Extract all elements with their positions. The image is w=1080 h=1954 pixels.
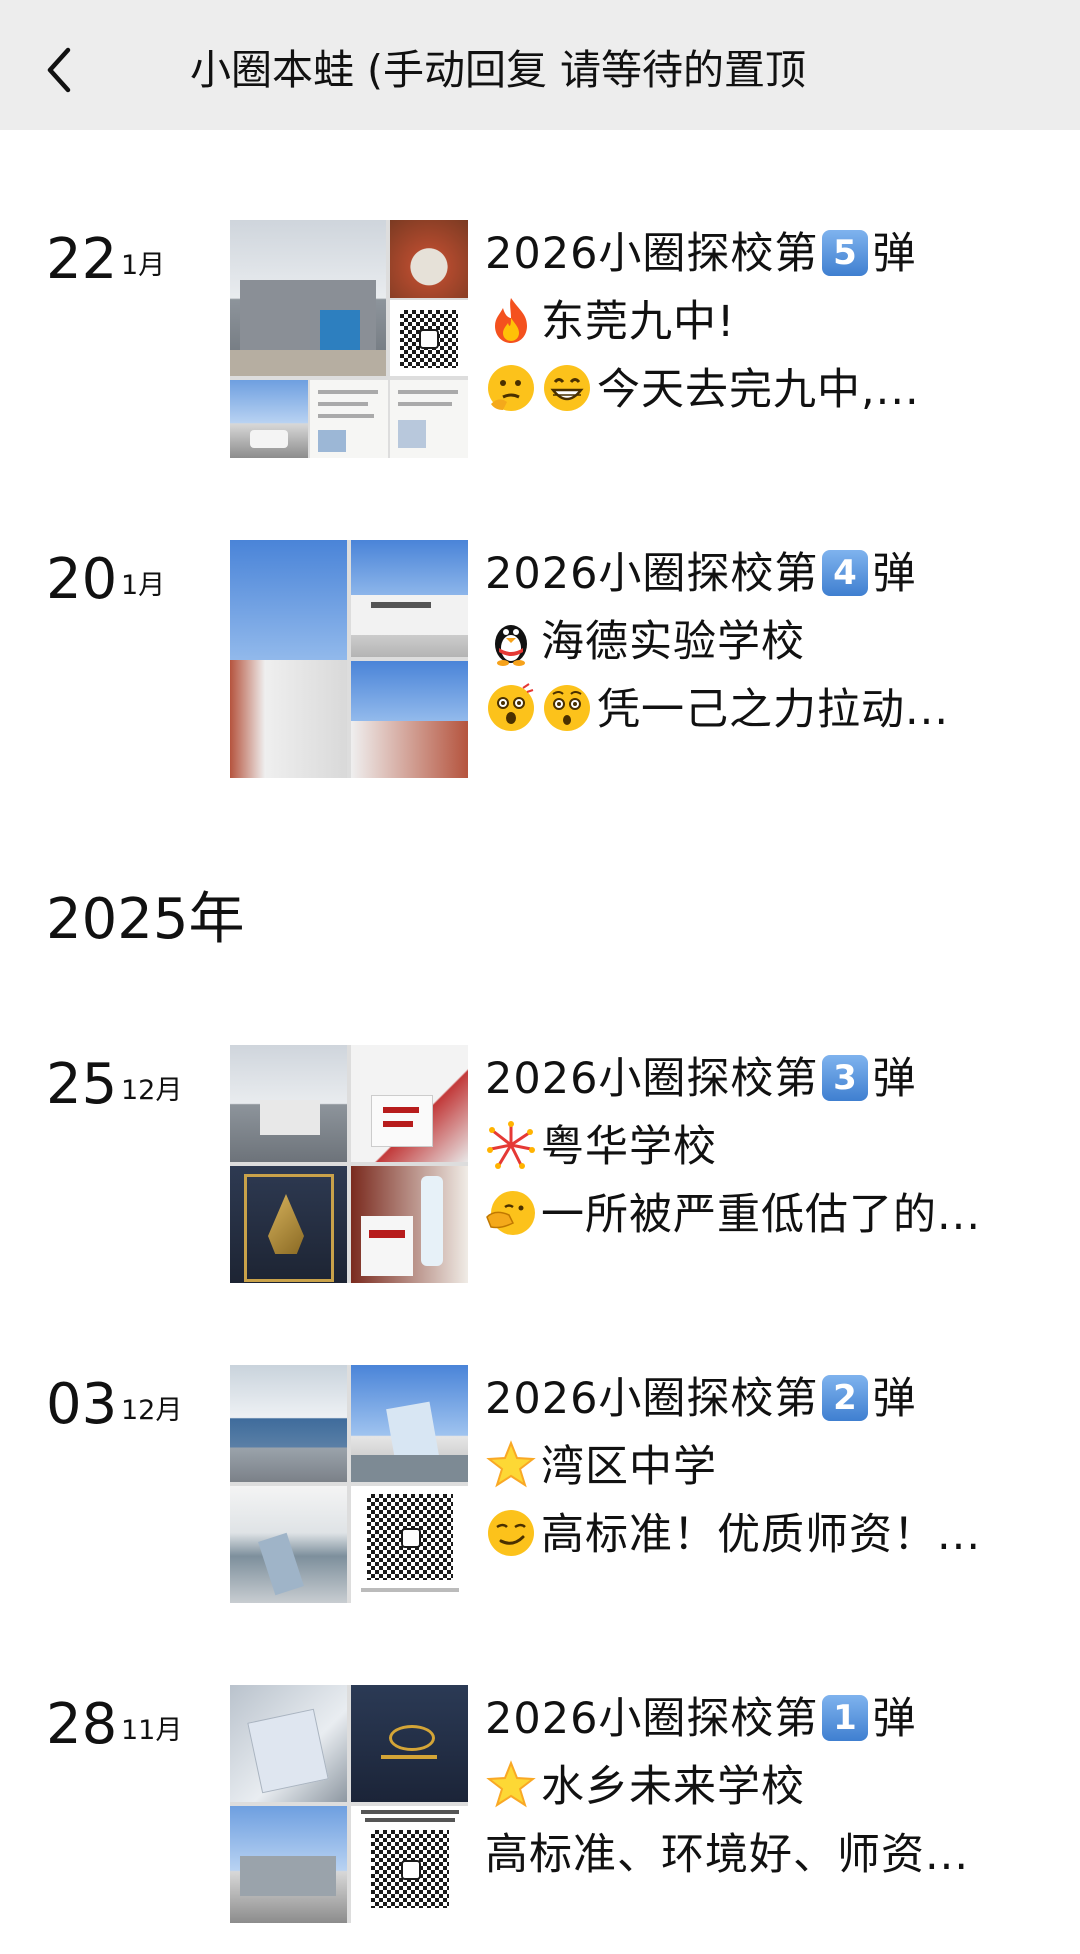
- thumbnail-image: [351, 1166, 468, 1283]
- thumbnail-qr-image: [351, 1486, 468, 1603]
- post-title: 2026小圈探校第 1 弹: [485, 1694, 917, 1744]
- thumbnail-image: [351, 661, 468, 778]
- post-excerpt: 今天去完九中,...: [485, 356, 1065, 424]
- thumbnail-image: [310, 380, 388, 458]
- post-subtitle: 湾区中学: [485, 1433, 1065, 1501]
- thumbnail-qr-image: [351, 1806, 468, 1923]
- penguin-emoji-icon: [495, 625, 527, 666]
- post-thumbnail-grid[interactable]: [230, 1045, 468, 1283]
- post-day: 25: [46, 1052, 118, 1117]
- thumbnail-image: [390, 380, 468, 458]
- face-with-hand-emoji-icon: [486, 1191, 535, 1235]
- post-month: 11月: [121, 1715, 183, 1746]
- post-thumbnail-grid[interactable]: [230, 1365, 468, 1603]
- title-bar: 小圈本蛙 (手动回复 请等待的置顶: [0, 0, 1080, 130]
- thumbnail-image: [230, 1045, 347, 1162]
- post-excerpt: 一所被严重低估了的...: [485, 1181, 1065, 1249]
- thumbnail-image: [230, 1685, 347, 1802]
- post-item[interactable]: 22 1月 2026小圈探校第 5 弹 东莞九中! 今天去完九中,...: [0, 220, 1080, 460]
- star-emoji-icon: [486, 1760, 536, 1808]
- post-item[interactable]: 25 12月 2026小圈探校第 3 弹 粤华学校 一所被严重低估了的...: [0, 1045, 1080, 1285]
- post-day: 22: [46, 227, 118, 292]
- fire-emoji-icon: [495, 298, 527, 343]
- number-badge: 2: [822, 1375, 869, 1421]
- thumbnail-image: [351, 1045, 468, 1162]
- back-button[interactable]: [38, 38, 82, 102]
- post-excerpt: 高标准！优质师资！...: [485, 1501, 1065, 1569]
- post-day: 03: [46, 1372, 118, 1437]
- thumbnail-image: [230, 540, 347, 778]
- chevron-left-icon: [47, 47, 71, 93]
- year-label: 2025年: [46, 887, 245, 952]
- number-badge: 5: [822, 230, 869, 276]
- thumbnail-image: [351, 540, 468, 657]
- post-month: 12月: [121, 1075, 183, 1106]
- post-thumbnail-grid[interactable]: [230, 540, 468, 778]
- post-item[interactable]: 20 1月 2026小圈探校第 4 弹 海德实验学校 凭一己之力拉动...: [0, 540, 1080, 780]
- thinking-face-emoji-icon: [488, 365, 534, 411]
- post-subtitle: 东莞九中!: [485, 288, 1065, 356]
- thumbnail-image: [230, 1166, 347, 1283]
- thumbnail-image: [230, 1365, 347, 1482]
- thumbnail-qr-image: [390, 300, 468, 376]
- thumbnail-image: [230, 1806, 347, 1923]
- thumbnail-image: [230, 220, 386, 376]
- post-text: 2026小圈探校第 3 弹 粤华学校 一所被严重低估了的...: [485, 1045, 1065, 1249]
- surprised-face-emoji-icon: [488, 683, 534, 731]
- post-thumbnail-grid[interactable]: [230, 1685, 468, 1923]
- shocked-face-emoji-icon: [544, 685, 590, 731]
- post-month: 12月: [121, 1395, 183, 1426]
- post-subtitle: 水乡未来学校: [485, 1753, 1065, 1821]
- page-title: 小圈本蛙 (手动回复 请等待的置顶: [190, 46, 807, 94]
- post-title: 2026小圈探校第 3 弹: [485, 1054, 917, 1104]
- post-text: 2026小圈探校第 2 弹 湾区中学 高标准！优质师资！...: [485, 1365, 1065, 1569]
- post-subtitle: 海德实验学校: [485, 608, 1065, 676]
- number-badge: 3: [822, 1055, 869, 1101]
- number-badge: 1: [822, 1695, 869, 1741]
- post-title: 2026小圈探校第 2 弹: [485, 1374, 917, 1424]
- fireworks-emoji-icon: [487, 1121, 535, 1169]
- smirking-face-emoji-icon: [488, 1510, 534, 1556]
- post-item[interactable]: 03 12月 2026小圈探校第 2 弹 湾区中学 高标准！优质师资！...: [0, 1365, 1080, 1605]
- post-subtitle: 粤华学校: [485, 1113, 1065, 1181]
- post-title: 2026小圈探校第 5 弹: [485, 229, 917, 279]
- number-badge: 4: [822, 550, 869, 596]
- star-emoji-icon: [486, 1440, 536, 1488]
- grinning-face-emoji-icon: [544, 365, 590, 411]
- thumbnail-image: [230, 380, 308, 458]
- post-day: 20: [46, 547, 118, 612]
- thumbnail-image: [390, 220, 468, 298]
- post-title: 2026小圈探校第 4 弹: [485, 549, 917, 599]
- post-text: 2026小圈探校第 4 弹 海德实验学校 凭一己之力拉动...: [485, 540, 1065, 744]
- post-month: 1月: [121, 250, 166, 281]
- thumbnail-image: [230, 1486, 347, 1603]
- post-month: 1月: [121, 570, 166, 601]
- post-text: 2026小圈探校第 5 弹 东莞九中! 今天去完九中,...: [485, 220, 1065, 424]
- post-text: 2026小圈探校第 1 弹 水乡未来学校 高标准、环境好、师资...: [485, 1685, 1065, 1889]
- thumbnail-image: [351, 1685, 468, 1802]
- post-day: 28: [46, 1692, 118, 1757]
- post-thumbnail-grid[interactable]: [230, 220, 468, 458]
- post-excerpt: 高标准、环境好、师资...: [485, 1830, 970, 1880]
- post-excerpt: 凭一己之力拉动...: [485, 676, 1065, 744]
- thumbnail-image: [351, 1365, 468, 1482]
- post-item[interactable]: 28 11月 2026小圈探校第 1 弹 水乡未来学校 高标准、环境好、师资..…: [0, 1685, 1080, 1925]
